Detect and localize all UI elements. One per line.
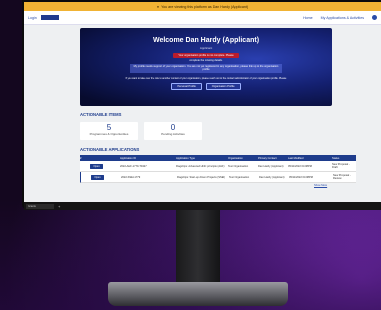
welcome-title: Welcome Dan Hardy (Applicant) — [152, 37, 260, 44]
org-message: My profile needs support of your organis… — [130, 64, 282, 73]
browser-taskbar: Grants + — [24, 202, 381, 210]
impersonation-banner: ● You are viewing this platform as Dan H… — [24, 2, 381, 11]
applications-table: # Application ID Application Type Organi… — [80, 155, 356, 183]
programmes-count: 5 — [106, 123, 112, 132]
welcome-hero: Welcome Dan Hardy (Applicant) Applicant … — [80, 28, 332, 106]
cell-status: New Proposal - Review — [333, 174, 351, 180]
open-button[interactable]: Open — [90, 163, 103, 169]
organisation-profile-button[interactable]: Organisation Profile — [205, 83, 241, 91]
new-tab-button[interactable]: + — [58, 204, 60, 209]
col-modified: Last Modified — [288, 156, 304, 160]
col-index: # — [80, 156, 82, 160]
programmes-card[interactable]: 5 Programmes & Opportunities — [80, 122, 138, 140]
pending-label: Pending Activities — [161, 132, 185, 136]
col-status: Status — [332, 156, 340, 160]
open-button[interactable]: Open — [91, 174, 104, 180]
cell-contact: Dan Hardy (Applicant) — [258, 164, 284, 168]
browser-tab[interactable]: Grants — [26, 203, 54, 209]
col-type: Application Type — [176, 156, 195, 160]
role-label: Applicant — [199, 46, 213, 50]
pending-count: 0 — [170, 123, 176, 132]
takeover-message: If you want to take over the role to ano… — [125, 76, 287, 80]
show-more-link[interactable]: Show More — [314, 184, 327, 187]
cell-type: Flagships: Advanced Hl4C principle (AHF) — [176, 164, 225, 168]
banner-text: You are viewing this platform as Dan Har… — [161, 4, 249, 9]
login-link[interactable]: Login — [28, 16, 37, 20]
screen: ● You are viewing this platform as Dan H… — [24, 2, 381, 202]
cell-modified: 05/11/2022 04:08PM — [289, 175, 313, 179]
actionable-applications-title: ACTIONABLE APPLICATIONS — [80, 147, 140, 152]
personal-profile-button[interactable]: Personal Profile — [171, 83, 202, 91]
table-row: Open 2022-AHF-1779-T0427 Flagships: Adva… — [80, 161, 356, 172]
table-row: Open 2022-SSEI-1779 Flagships: Start-up … — [80, 172, 356, 183]
pending-card[interactable]: 0 Pending Activities — [144, 122, 202, 140]
cell-status: New Proposal - Draft — [332, 163, 350, 169]
cell-org: Test Organisation — [228, 164, 249, 168]
cell-modified: 05/11/2022 04:08PM — [288, 164, 312, 168]
col-id: Application ID — [120, 156, 137, 160]
cell-type: Flagships: Start-up driven Projects (SSE… — [177, 175, 226, 179]
nav-home[interactable]: Home — [303, 16, 313, 20]
cell-org: Test Organisation — [229, 175, 250, 179]
nav-my-applications[interactable]: My Applications & Activities — [321, 16, 364, 20]
actionable-items-title: ACTIONABLE ITEMS — [80, 112, 122, 117]
col-org: Organisation — [228, 156, 243, 160]
user-icon[interactable] — [372, 15, 377, 20]
lock-icon: ● — [156, 4, 160, 9]
col-contact: Primary Contact — [258, 156, 277, 160]
profile-alert: Your organisation profile is not complet… — [173, 53, 239, 62]
programmes-label: Programmes & Opportunities — [89, 132, 129, 136]
cell-id: 2022-AHF-1779-T0427 — [120, 164, 147, 168]
cell-id: 2022-SSEI-1779 — [121, 175, 141, 179]
cell-contact: Dan Hardy (Applicant) — [259, 175, 285, 179]
eu-logo — [40, 15, 59, 20]
monitor-stand-neck — [176, 210, 220, 282]
monitor-stand-base — [108, 282, 288, 306]
top-navbar: Login Home My Applications & Activities — [24, 11, 381, 25]
